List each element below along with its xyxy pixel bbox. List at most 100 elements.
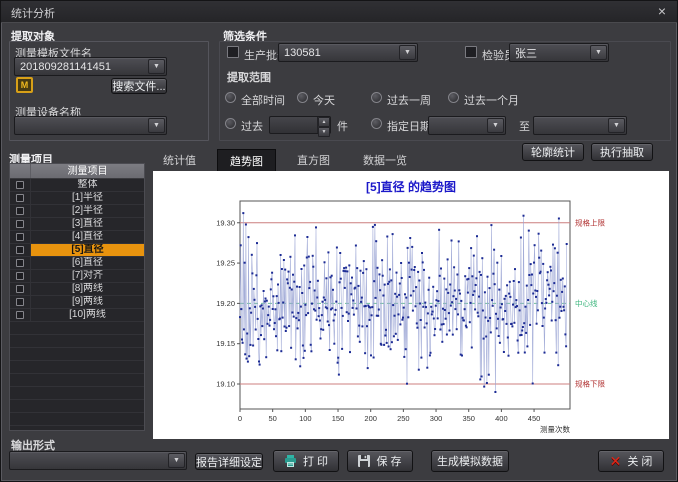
list-item[interactable]: [5]直径 — [10, 244, 144, 257]
output-format-dropdown[interactable]: ▼ — [9, 451, 187, 470]
list-item[interactable]: [8]两线 — [10, 283, 144, 296]
list-header: 测量项目 — [10, 164, 144, 179]
item-label: [5]直径 — [31, 244, 144, 256]
list-item[interactable]: [10]两线 — [10, 309, 144, 322]
item-label: [10]两线 — [31, 309, 144, 321]
print-button-label: 打 印 — [303, 453, 328, 469]
chevron-down-icon[interactable]: ▼ — [168, 453, 185, 468]
item-label: [7]对齐 — [31, 270, 144, 282]
list-item[interactable]: 整体 — [10, 179, 144, 192]
title-bar: 统计分析 × — [1, 1, 677, 23]
radio-past-month[interactable] — [448, 92, 459, 103]
radio-date-range[interactable] — [371, 118, 382, 129]
tab-4[interactable]: 数据一览 — [351, 149, 419, 171]
item-checkbox[interactable] — [16, 194, 24, 202]
past-n-label: 过去 — [241, 118, 263, 134]
list-item[interactable]: [6]直径 — [10, 257, 144, 270]
list-item[interactable]: [7]对齐 — [10, 270, 144, 283]
item-checkbox[interactable] — [16, 311, 24, 319]
chevron-down-icon[interactable]: ▼ — [590, 45, 607, 60]
run-extract-button[interactable]: 执行抽取 — [591, 143, 653, 161]
svg-text:400: 400 — [495, 414, 508, 423]
svg-text:19.10: 19.10 — [216, 380, 235, 389]
list-item[interactable]: [9]两线 — [10, 296, 144, 309]
empty-row — [10, 361, 144, 374]
svg-text:50: 50 — [269, 414, 277, 423]
item-checkbox[interactable] — [16, 285, 24, 293]
template-file-value: 201809281141451 — [20, 61, 147, 73]
svg-text:0: 0 — [238, 414, 242, 423]
template-type-m-icon: M — [16, 77, 33, 93]
item-label: [8]两线 — [31, 283, 144, 295]
svg-text:450: 450 — [528, 414, 541, 423]
svg-text:150: 150 — [332, 414, 345, 423]
radio-today[interactable] — [297, 92, 308, 103]
past-n-value — [270, 117, 317, 133]
tab-2[interactable]: 趋势图 — [217, 149, 276, 171]
tab-1[interactable]: 统计值 — [151, 149, 208, 171]
statistical-analysis-dialog: 统计分析 × 提取对象 测量模板文件名 201809281141451 ▼ M … — [0, 0, 678, 482]
close-button[interactable]: ✕ 关 闭 — [598, 450, 664, 472]
empty-row — [10, 413, 144, 426]
svg-text:[5]直径 的趋势图: [5]直径 的趋势图 — [366, 179, 456, 194]
list-item[interactable]: [4]直径 — [10, 231, 144, 244]
item-checkbox[interactable] — [16, 207, 24, 215]
radio-past-month-label: 过去一个月 — [464, 92, 519, 108]
inspector-dropdown[interactable]: 张三 ▼ — [509, 43, 609, 62]
chevron-down-icon[interactable]: ▼ — [148, 118, 165, 133]
chevron-down-icon[interactable]: ▼ — [148, 59, 165, 74]
item-checkbox[interactable] — [16, 233, 24, 241]
chevron-down-icon[interactable]: ▼ — [608, 118, 625, 133]
inspector-checkbox[interactable] — [465, 46, 477, 58]
search-file-button[interactable]: 搜索文件... — [111, 78, 167, 94]
close-icon[interactable]: × — [658, 3, 666, 19]
trend-chart: [5]直径 的趋势图规格上限中心线规格下限0501001502002503003… — [153, 171, 669, 439]
item-label: [9]两线 — [31, 296, 144, 308]
past-n-unit: 件 — [337, 118, 348, 134]
item-checkbox[interactable] — [16, 272, 24, 280]
date-from-dropdown[interactable]: ▼ — [428, 116, 506, 135]
list-item[interactable]: [2]半径 — [10, 205, 144, 218]
item-label: [2]半径 — [31, 205, 144, 217]
save-floppy-icon — [358, 455, 370, 467]
batch-dropdown[interactable]: 130581 ▼ — [278, 43, 418, 62]
date-to-dropdown[interactable]: ▼ — [533, 116, 627, 135]
list-item[interactable]: [3]直径 — [10, 218, 144, 231]
item-label: [1]半径 — [31, 192, 144, 204]
report-detail-button[interactable]: 报告详细设定 — [195, 453, 263, 470]
radio-past-n[interactable] — [225, 118, 236, 129]
stepper-down-icon[interactable]: ▼ — [318, 127, 330, 137]
radio-past-week-label: 过去一周 — [387, 92, 431, 108]
item-checkbox[interactable] — [16, 246, 24, 254]
svg-text:19.30: 19.30 — [216, 218, 235, 227]
template-file-dropdown[interactable]: 201809281141451 ▼ — [14, 57, 167, 76]
chevron-down-icon[interactable]: ▼ — [487, 118, 504, 133]
radio-past-week[interactable] — [371, 92, 382, 103]
window-title: 统计分析 — [11, 5, 55, 21]
empty-row — [10, 374, 144, 387]
printer-icon — [284, 455, 297, 467]
generate-sim-data-button[interactable]: 生成模拟数据 — [431, 450, 509, 472]
item-label: [6]直径 — [31, 257, 144, 269]
batch-checkbox[interactable] — [227, 46, 239, 58]
stepper-up-icon[interactable]: ▲ — [318, 117, 330, 127]
print-button[interactable]: 打 印 — [273, 450, 339, 472]
item-checkbox[interactable] — [16, 259, 24, 267]
chevron-down-icon[interactable]: ▼ — [399, 45, 416, 60]
past-n-stepper[interactable]: ▲▼ — [269, 116, 331, 134]
device-name-dropdown[interactable]: ▼ — [14, 116, 167, 135]
item-checkbox[interactable] — [16, 298, 24, 306]
close-x-icon: ✕ — [610, 453, 622, 470]
tab-3[interactable]: 直方图 — [285, 149, 342, 171]
item-checkbox[interactable] — [16, 220, 24, 228]
contour-stats-button[interactable]: 轮廓统计 — [522, 143, 584, 161]
item-label: [4]直径 — [31, 231, 144, 243]
save-button[interactable]: 保 存 — [347, 450, 413, 472]
empty-row — [10, 400, 144, 413]
inspector-value: 张三 — [515, 45, 589, 61]
list-item[interactable]: [1]半径 — [10, 192, 144, 205]
item-checkbox[interactable] — [16, 181, 24, 189]
radio-all-time[interactable] — [225, 92, 236, 103]
svg-text:100: 100 — [299, 414, 312, 423]
date-range-label: 指定日期 — [387, 118, 431, 134]
